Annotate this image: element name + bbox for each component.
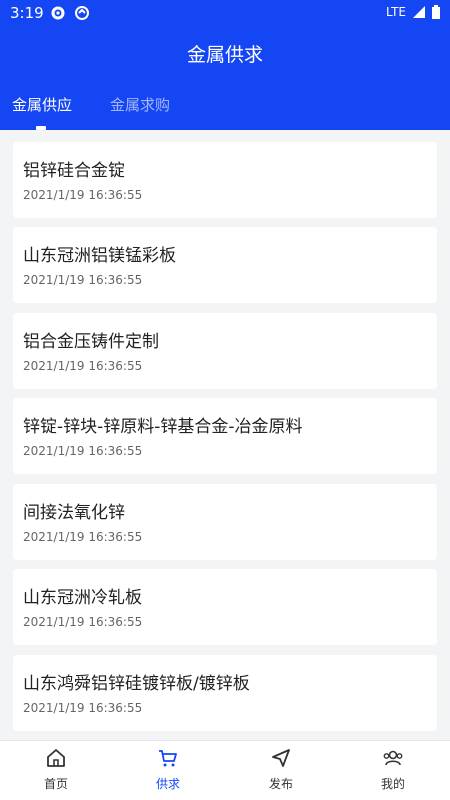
nav-profile-label: 我的 — [380, 777, 405, 791]
cart-icon — [159, 750, 177, 767]
item-date: 2021/1/19 16:36:55 — [23, 530, 143, 544]
list-item[interactable]: 间接法氧化锌 2021/1/19 16:36:55 — [13, 484, 437, 560]
status-time: 3:19 — [10, 4, 44, 22]
users-icon — [383, 750, 403, 766]
home-icon — [47, 749, 65, 767]
item-name: 铝锌硅合金锭 — [23, 161, 125, 181]
item-name: 山东冠洲铝镁锰彩板 — [23, 246, 176, 266]
item-date: 2021/1/19 16:36:55 — [23, 188, 143, 202]
status-icons-right: LTE — [386, 5, 440, 19]
status-bar: 3:19 LTE — [0, 0, 450, 28]
item-name: 山东冠洲冷轧板 — [23, 588, 142, 608]
item-date: 2021/1/19 16:36:55 — [23, 615, 143, 629]
network-label: LTE — [386, 5, 406, 19]
list-item[interactable]: 山东冠洲铝镁锰彩板 2021/1/19 16:36:55 — [13, 227, 437, 303]
list-item[interactable]: 铝合金压铸件定制 2021/1/19 16:36:55 — [13, 313, 437, 389]
nav-home[interactable]: 首页 — [16, 747, 96, 799]
send-icon — [272, 749, 290, 767]
tab-supply[interactable]: 金属供应 — [12, 94, 72, 115]
supply-list[interactable]: 铝锌硅合金锭 2021/1/19 16:36:55 山东冠洲铝镁锰彩板 2021… — [0, 130, 450, 740]
tab-bar: 金属供应 金属求购 — [0, 88, 450, 130]
list-item[interactable]: 山东鸿舜铝锌硅镀锌板/镀锌板 2021/1/19 16:36:55 — [13, 655, 437, 731]
battery-icon — [432, 5, 440, 19]
page-title: 金属供求 — [186, 44, 263, 66]
item-date: 2021/1/19 16:36:55 — [23, 444, 143, 458]
item-name: 锌锭-锌块-锌原料-锌基合金-冶金原料 — [23, 417, 303, 437]
signal-icon — [413, 6, 425, 18]
list-item[interactable]: 锌锭-锌块-锌原料-锌基合金-冶金原料 2021/1/19 16:36:55 — [13, 398, 437, 474]
item-date: 2021/1/19 16:36:55 — [23, 273, 143, 287]
nav-home-label: 首页 — [43, 777, 68, 791]
nav-supply-demand-label: 供求 — [155, 777, 180, 791]
list-item[interactable]: 铝锌硅合金锭 2021/1/19 16:36:55 — [13, 142, 437, 218]
nav-publish[interactable]: 发布 — [241, 747, 321, 799]
status-icons-left — [50, 5, 90, 21]
item-name: 山东鸿舜铝锌硅镀锌板/镀锌板 — [23, 674, 250, 694]
gear-icon — [51, 6, 65, 20]
sync-icon — [75, 6, 89, 20]
nav-supply-demand[interactable]: 供求 — [128, 747, 208, 799]
bottom-nav: 首页 供求 发布 我的 — [0, 740, 450, 800]
app-header: 3:19 LTE 金属供求 金属供应 金属求购 — [0, 0, 450, 130]
nav-publish-label: 发布 — [268, 777, 293, 791]
item-date: 2021/1/19 16:36:55 — [23, 359, 143, 373]
item-name: 间接法氧化锌 — [23, 503, 125, 523]
tab-purchase[interactable]: 金属求购 — [110, 94, 170, 115]
item-name: 铝合金压铸件定制 — [23, 332, 159, 352]
list-item[interactable]: 山东冠洲冷轧板 2021/1/19 16:36:55 — [13, 569, 437, 645]
item-date: 2021/1/19 16:36:55 — [23, 701, 143, 715]
nav-profile[interactable]: 我的 — [353, 747, 433, 799]
